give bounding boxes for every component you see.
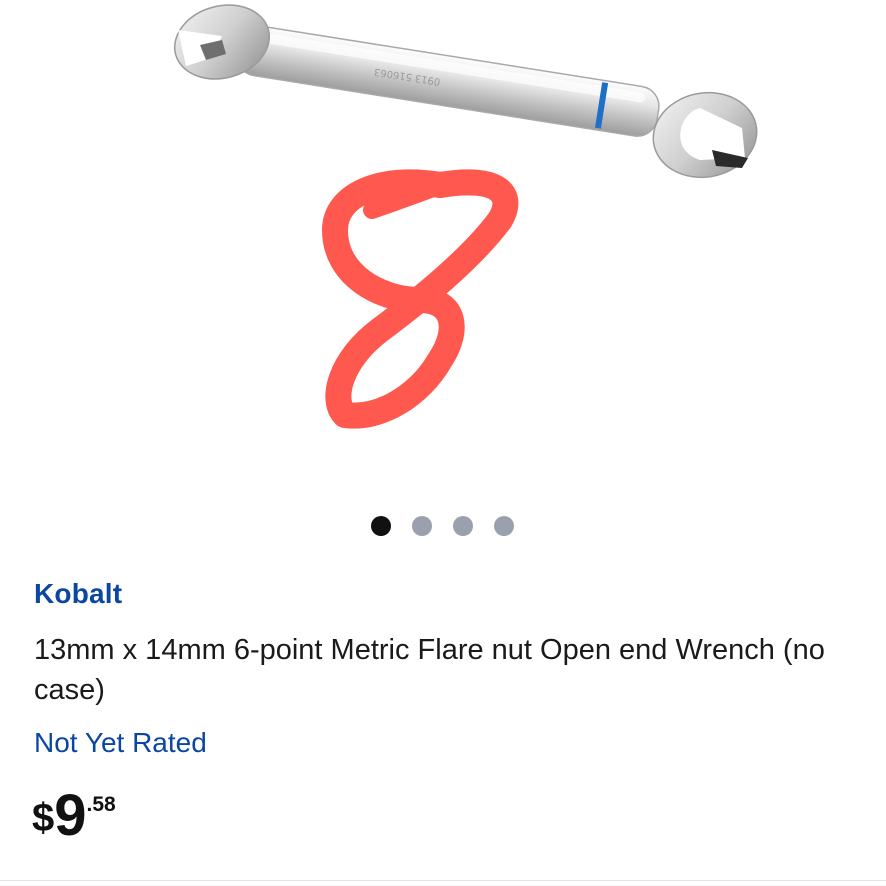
brand-link[interactable]: Kobalt: [34, 578, 122, 610]
annotation-figure-eight: [322, 169, 519, 429]
price-cents: .58: [86, 793, 116, 816]
price-whole: 9: [54, 783, 86, 848]
carousel-dot-4[interactable]: [494, 516, 514, 536]
rating-link[interactable]: Not Yet Rated: [34, 727, 207, 759]
product-title: 13mm x 14mm 6-point Metric Flare nut Ope…: [34, 634, 825, 706]
carousel-dot-1[interactable]: [371, 516, 391, 536]
carousel-indicators: [371, 516, 514, 536]
carousel-dot-2[interactable]: [412, 516, 432, 536]
price: $ 9 .58: [32, 786, 116, 846]
carousel-dot-3[interactable]: [453, 516, 473, 536]
product-image-gallery[interactable]: 0913 516063: [0, 0, 886, 536]
wrench-image[interactable]: 0913 516063: [0, 0, 886, 500]
divider: [0, 880, 886, 881]
price-currency: $: [32, 796, 55, 840]
